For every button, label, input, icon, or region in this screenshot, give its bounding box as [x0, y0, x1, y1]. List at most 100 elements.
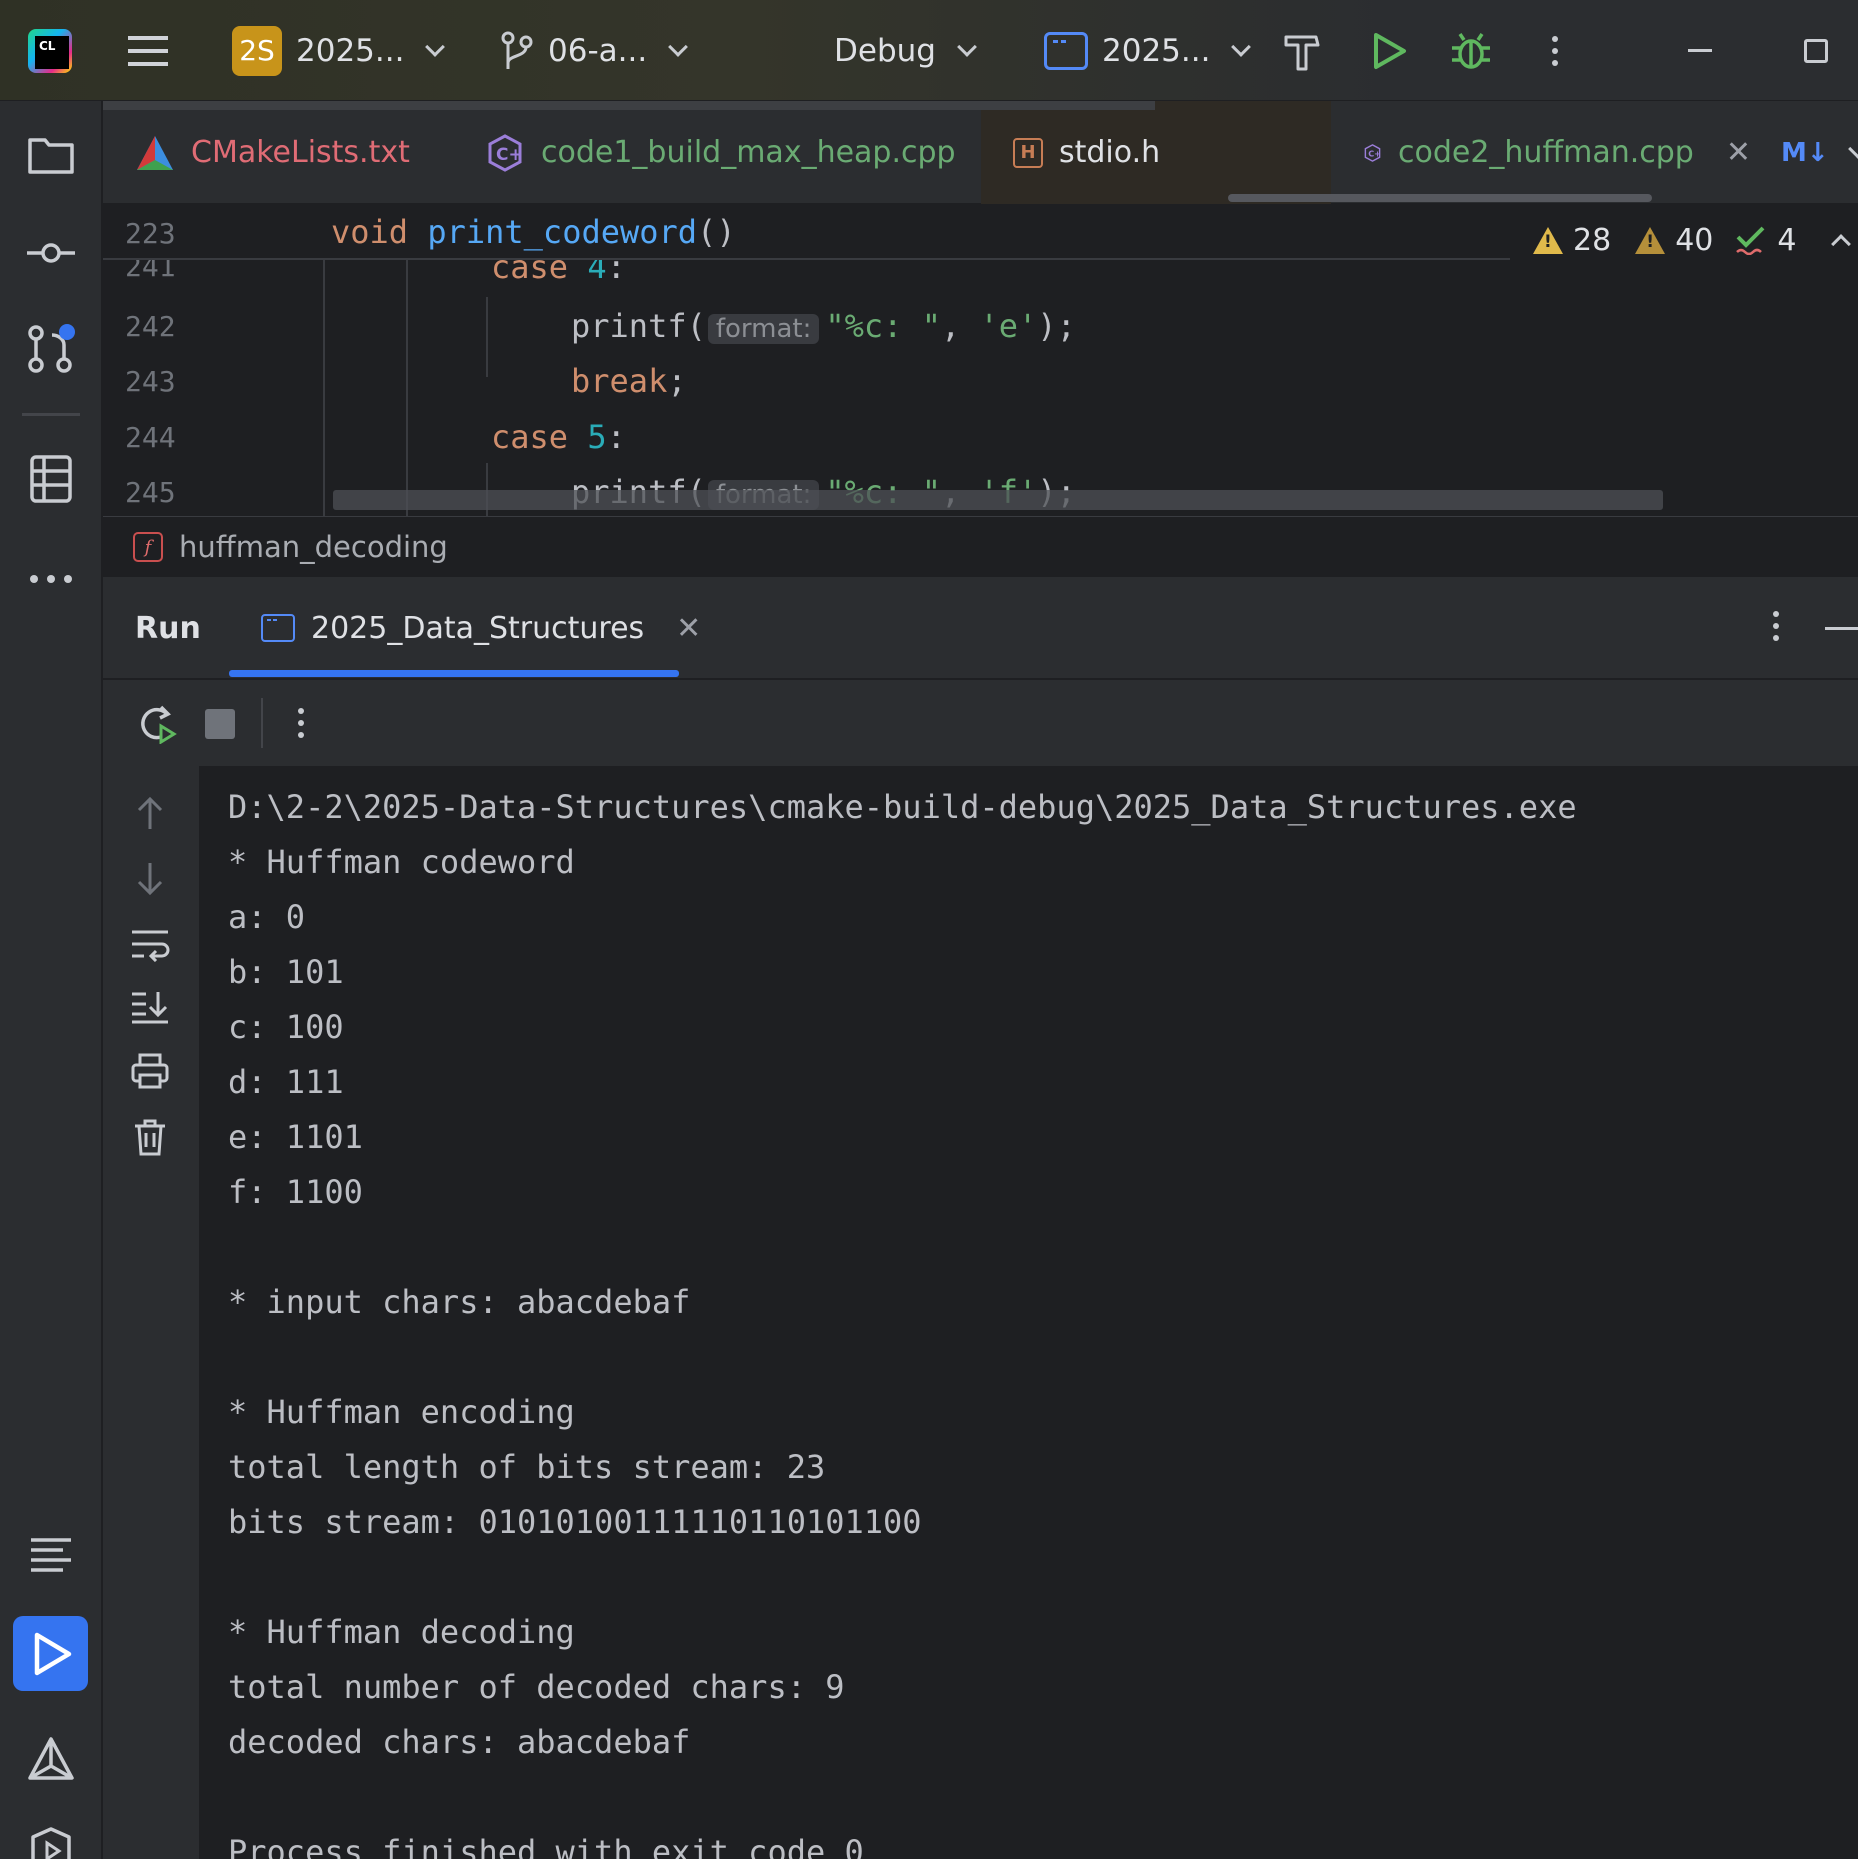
tab-scrollbar[interactable]	[103, 101, 1155, 110]
parameter-hint: format:	[707, 314, 820, 344]
title-bar: 2S 2025... 06-a... Debug 2025...	[0, 0, 1858, 101]
cpp-file-icon: C+	[488, 133, 523, 172]
code-editor[interactable]: 241 case 4: 242 printf(format: "%c: ", 'e…	[103, 205, 1858, 516]
header-file-icon: H	[1013, 137, 1043, 168]
maximize-button[interactable]	[1804, 0, 1828, 101]
run-toolbar-more-button[interactable]	[298, 708, 304, 714]
typo-count: 4	[1777, 222, 1797, 258]
main-menu-button[interactable]	[128, 0, 168, 101]
scroll-to-end-button[interactable]	[127, 984, 173, 1030]
git-tool-button[interactable]	[25, 323, 77, 375]
code-line: printf(format: "%c: ", 'e');	[571, 307, 1076, 345]
folder-icon	[28, 138, 74, 174]
build-button[interactable]	[1282, 0, 1322, 101]
kebab-menu-icon	[298, 708, 304, 714]
chevron-up-icon[interactable]	[1831, 234, 1852, 254]
more-tools-button[interactable]	[25, 553, 77, 605]
indent-guide	[323, 260, 325, 516]
maximize-icon	[1804, 38, 1828, 63]
project-selector[interactable]: 2S 2025...	[232, 0, 446, 101]
services-icon	[31, 1827, 71, 1859]
editor-tab-bar: CMakeLists.txt C+ code1_build_max_heap.c…	[103, 101, 1858, 204]
chevron-down-icon	[957, 36, 977, 57]
structure-tool-button[interactable]	[25, 453, 77, 505]
debug-button[interactable]	[1450, 0, 1492, 101]
tab-label: code1_build_max_heap.cpp	[541, 135, 956, 170]
structure-icon	[30, 455, 72, 503]
cmake-tool-button[interactable]	[25, 1733, 77, 1785]
breadcrumb-function[interactable]: huffman_decoding	[179, 530, 448, 564]
tab-cmakelists[interactable]: CMakeLists.txt	[103, 101, 413, 204]
messages-tool-button[interactable]	[25, 1529, 77, 1581]
indent-guide	[406, 260, 408, 516]
run-button[interactable]	[1368, 0, 1408, 101]
divider	[261, 698, 263, 748]
line-number: 244	[125, 421, 176, 454]
console-line: f: 1100	[228, 1173, 363, 1211]
chevron-down-icon	[1231, 36, 1252, 57]
rerun-icon	[141, 705, 177, 745]
keyword: case	[491, 418, 569, 456]
function-call: printf(	[571, 307, 706, 345]
run-toolbar	[103, 680, 1858, 766]
branch-name: 06-a...	[548, 32, 648, 69]
close-tab-icon[interactable]: ✕	[676, 611, 701, 646]
markdown-preview-button[interactable]: M↓	[1751, 101, 1829, 204]
minimize-button[interactable]	[1688, 0, 1712, 101]
soft-wrap-button[interactable]	[127, 922, 173, 968]
hide-window-icon[interactable]	[1825, 627, 1858, 630]
print-button[interactable]	[127, 1048, 173, 1094]
arrow-up-icon	[137, 796, 163, 829]
rerun-button[interactable]	[137, 704, 177, 748]
breadcrumb[interactable]: f huffman_decoding	[103, 516, 1858, 577]
horizontal-scrollbar[interactable]	[333, 490, 1663, 510]
minimize-icon	[1688, 49, 1712, 52]
line-number: 245	[125, 476, 176, 509]
console-line: e: 1101	[228, 1118, 363, 1156]
console-output[interactable]: D:\2-2\2025-Data-Structures\cmake-build-…	[199, 766, 1858, 1859]
build-config-selector[interactable]: Debug	[834, 0, 977, 101]
warning-count: 28	[1573, 222, 1612, 258]
scroll-down-button[interactable]	[127, 856, 173, 902]
svg-text:C+: C+	[496, 145, 523, 165]
console-line: * Huffman encoding	[228, 1393, 575, 1431]
char-literal: 'e'	[979, 307, 1038, 345]
run-tab-2025-data-structures[interactable]: 2025_Data_Structures ✕	[261, 577, 701, 679]
run-window-options-button[interactable]	[1773, 611, 1779, 617]
tab-stdio-h[interactable]: H stdio.h	[981, 101, 1331, 204]
application-window-icon	[1044, 31, 1088, 70]
punct: ;	[667, 362, 687, 400]
tab-list-dropdown[interactable]	[1823, 101, 1858, 204]
code-line: case 5:	[491, 418, 626, 456]
function-name: print_codeword	[427, 213, 698, 251]
console-line: D:\2-2\2025-Data-Structures\cmake-build-…	[228, 788, 1577, 826]
run-tool-button[interactable]	[13, 1616, 88, 1691]
services-tool-button[interactable]	[25, 1821, 77, 1859]
app-logo[interactable]	[28, 0, 72, 101]
clear-all-button[interactable]	[127, 1114, 173, 1160]
chevron-down-icon	[1848, 138, 1858, 159]
stop-icon[interactable]	[205, 709, 235, 739]
weak-warning-icon	[1635, 226, 1666, 254]
scroll-to-end-icon	[132, 992, 168, 1024]
close-tab-icon[interactable]: ✕	[1726, 135, 1751, 170]
project-tool-button[interactable]	[25, 129, 77, 181]
scroll-up-button[interactable]	[127, 790, 173, 836]
tab-code2-huffman[interactable]: C+ code2_huffman.cpp ✕	[1331, 101, 1751, 204]
punct: :	[606, 418, 626, 456]
inspection-widget[interactable]: 28 40 4	[1533, 205, 1852, 275]
commit-tool-button[interactable]	[25, 227, 77, 279]
line-number: 243	[125, 365, 176, 398]
branch-selector[interactable]: 06-a...	[500, 0, 689, 101]
sticky-scroll-header[interactable]: 223 void print_codeword()	[103, 205, 1510, 260]
typo-check-icon	[1736, 226, 1765, 255]
more-actions-button[interactable]	[1552, 0, 1558, 101]
application-window-icon	[261, 614, 295, 642]
kebab-menu-icon	[1552, 35, 1558, 42]
kebab-menu-icon	[1773, 611, 1779, 617]
run-config-selector[interactable]: 2025...	[1044, 0, 1252, 101]
console-line: a: 0	[228, 898, 306, 936]
printer-icon	[131, 1053, 169, 1089]
console-line: * Huffman codeword	[228, 843, 575, 881]
